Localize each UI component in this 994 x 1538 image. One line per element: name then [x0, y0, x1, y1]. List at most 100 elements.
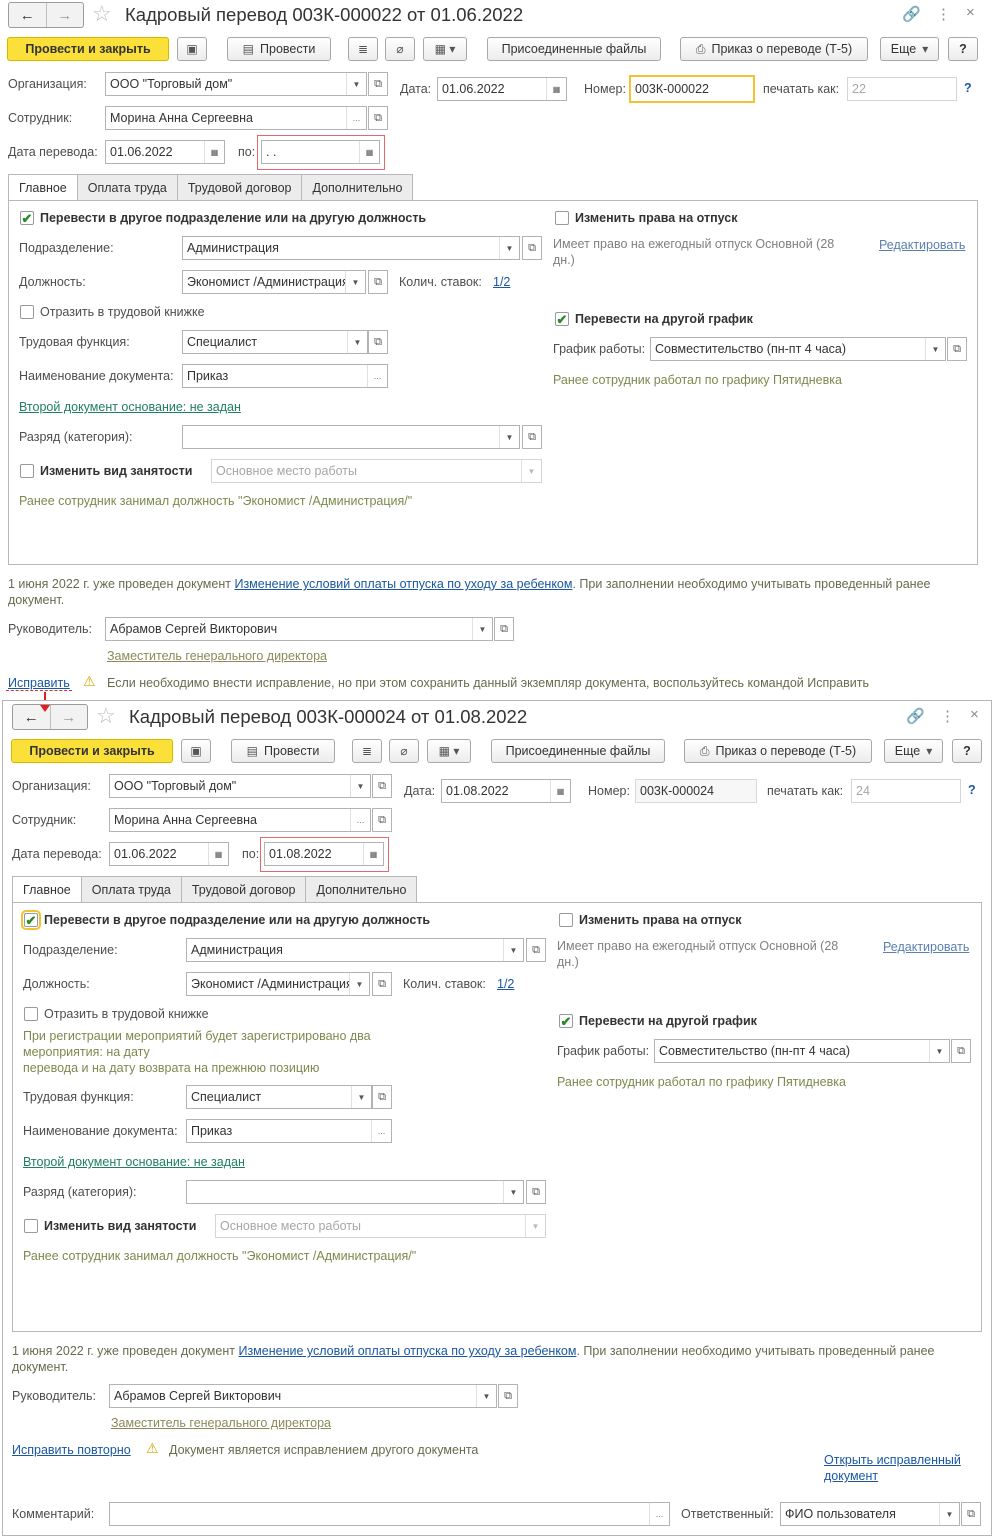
back-icon[interactable]: ← [9, 3, 46, 27]
schedule-field[interactable]: Совместительство (пн-пт 4 часа) ▼ [650, 337, 946, 361]
help-button[interactable]: ? [948, 37, 978, 61]
forward-icon[interactable]: → [49, 705, 88, 729]
attached-files-button[interactable]: Присоединенные файлы [491, 739, 665, 763]
tab-main[interactable]: Главное [12, 876, 82, 903]
open-icon[interactable]: ⧉ [372, 1085, 392, 1109]
edit-vacation-link[interactable]: Редактировать [883, 940, 969, 954]
link-icon[interactable]: 🔗 [906, 707, 925, 725]
dropdown-icon[interactable]: ▼ [350, 775, 370, 797]
attached-files-button[interactable]: Присоединенные файлы [487, 37, 661, 61]
rank-field[interactable]: ▼ [182, 425, 520, 449]
post-button[interactable]: ▤ Провести [227, 37, 331, 61]
schedule-checkbox[interactable]: ✔ [559, 1014, 573, 1028]
favorite-star-icon[interactable]: ☆ [92, 1, 112, 27]
dropdown-icon[interactable]: ▼ [503, 1181, 523, 1203]
date-field[interactable]: 01.06.2022 ▦ [437, 77, 567, 101]
open-icon[interactable]: ⧉ [372, 774, 392, 798]
help-icon[interactable]: ? [968, 783, 976, 797]
tab-additional[interactable]: Дополнительно [306, 876, 418, 903]
number-field[interactable]: 003К-000022 [629, 75, 755, 103]
print-order-button[interactable]: ⎙ Приказ о переводе (Т-5) [680, 37, 868, 61]
docname-field[interactable]: Приказ… [186, 1119, 392, 1143]
open-icon[interactable]: ⧉ [372, 808, 392, 832]
number-field[interactable]: 003К-000024 [635, 779, 757, 803]
tab-contract[interactable]: Трудовой договор [177, 174, 303, 201]
help-icon[interactable]: ? [964, 81, 972, 95]
responsible-field[interactable]: ФИО пользователя ▼ [780, 1502, 960, 1526]
manager-field[interactable]: Абрамов Сергей Викторович ▼ [105, 617, 493, 641]
dropdown-icon[interactable]: ▼ [345, 271, 365, 293]
more-menu-icon[interactable]: ⋮ [940, 707, 955, 725]
employee-field[interactable]: Морина Анна Сергеевна… [109, 808, 371, 832]
tab-main[interactable]: Главное [8, 174, 78, 201]
help-button[interactable]: ? [952, 739, 982, 763]
employment-checkbox[interactable] [20, 464, 34, 478]
transfer-date-field[interactable]: 01.06.2022 ▦ [109, 842, 229, 866]
open-icon[interactable]: ⧉ [961, 1502, 981, 1526]
print-order-button[interactable]: ⎙ Приказ о переводе (Т-5) [684, 739, 872, 763]
dept-field[interactable]: Администрация ▼ [186, 938, 524, 962]
calendar-icon[interactable]: ▦ [550, 780, 570, 802]
edit-vacation-link[interactable]: Редактировать [879, 238, 965, 252]
more-button[interactable]: Еще ▾ [880, 37, 939, 61]
to-date-field[interactable]: . . ▦ [261, 140, 380, 164]
save-button[interactable]: ▣ [177, 37, 207, 61]
open-icon[interactable]: ⧉ [947, 337, 967, 361]
more-menu-icon[interactable]: ⋮ [936, 5, 951, 23]
second-doc-link[interactable]: Второй документ основание: не задан [23, 1155, 245, 1169]
select-icon[interactable]: … [371, 1120, 391, 1142]
open-icon[interactable]: ⧉ [494, 617, 514, 641]
close-icon[interactable]: × [966, 4, 975, 21]
post-and-close-button[interactable]: Провести и закрыть [11, 739, 173, 763]
save-button[interactable]: ▣ [181, 739, 211, 763]
open-icon[interactable]: ⧉ [498, 1384, 518, 1408]
open-icon[interactable]: ⧉ [526, 1180, 546, 1204]
select-icon[interactable]: … [649, 1503, 669, 1525]
attach-button[interactable]: ⌀ [385, 37, 415, 61]
docname-field[interactable]: Приказ… [182, 364, 388, 388]
open-icon[interactable]: ⧉ [522, 425, 542, 449]
info-doc-link[interactable]: Изменение условий оплаты отпуска по уход… [238, 1344, 576, 1358]
rates-link[interactable]: 1/2 [493, 275, 510, 289]
manager-position-link[interactable]: Заместитель генерального директора [107, 649, 327, 663]
manager-field[interactable]: Абрамов Сергей Викторович ▼ [109, 1384, 497, 1408]
tab-contract[interactable]: Трудовой договор [181, 876, 307, 903]
open-fixed-link-line2[interactable]: документ [824, 1469, 878, 1483]
dropdown-icon[interactable]: ▼ [925, 338, 945, 360]
tab-additional[interactable]: Дополнительно [302, 174, 414, 201]
open-icon[interactable]: ⧉ [951, 1039, 971, 1063]
open-icon[interactable]: ⧉ [368, 330, 388, 354]
date-field[interactable]: 01.08.2022 ▦ [441, 779, 571, 803]
position-field[interactable]: Экономист /Администрация/▼ [186, 972, 370, 996]
calendar-icon[interactable]: ▦ [359, 141, 379, 163]
dropdown-icon[interactable]: ▼ [349, 973, 369, 995]
rank-field[interactable]: ▼ [186, 1180, 524, 1204]
vacation-checkbox[interactable] [559, 913, 573, 927]
print-as-field[interactable]: 24 [851, 779, 961, 803]
function-field[interactable]: Специалист ▼ [182, 330, 368, 354]
open-fixed-link-line1[interactable]: Открыть исправленный [824, 1453, 961, 1467]
tab-payment[interactable]: Оплата труда [77, 174, 178, 201]
transfer-checkbox[interactable]: ✔ [20, 211, 34, 225]
vacation-checkbox[interactable] [555, 211, 569, 225]
post-and-close-button[interactable]: Провести и закрыть [7, 37, 169, 61]
workbook-checkbox[interactable] [20, 305, 34, 319]
forward-icon[interactable]: → [45, 3, 84, 27]
select-icon[interactable]: … [350, 809, 370, 831]
post-button[interactable]: ▤ Провести [231, 739, 335, 763]
function-field[interactable]: Специалист ▼ [186, 1085, 372, 1109]
calendar-icon[interactable]: ▦ [208, 843, 228, 865]
attach-button[interactable]: ⌀ [389, 739, 419, 763]
journal-button[interactable]: ≣ [352, 739, 382, 763]
dropdown-icon[interactable]: ▼ [939, 1503, 959, 1525]
to-date-field[interactable]: 01.08.2022 ▦ [264, 842, 384, 866]
info-doc-link[interactable]: Изменение условий оплаты отпуска по уход… [234, 577, 572, 591]
dropdown-icon[interactable]: ▼ [476, 1385, 496, 1407]
tab-payment[interactable]: Оплата труда [81, 876, 182, 903]
open-icon[interactable]: ⧉ [368, 270, 388, 294]
dropdown-icon[interactable]: ▼ [347, 331, 367, 353]
select-icon[interactable]: … [346, 107, 366, 129]
calendar-icon[interactable]: ▦ [363, 843, 383, 865]
close-icon[interactable]: × [970, 706, 979, 723]
dropdown-icon[interactable]: ▼ [472, 618, 492, 640]
